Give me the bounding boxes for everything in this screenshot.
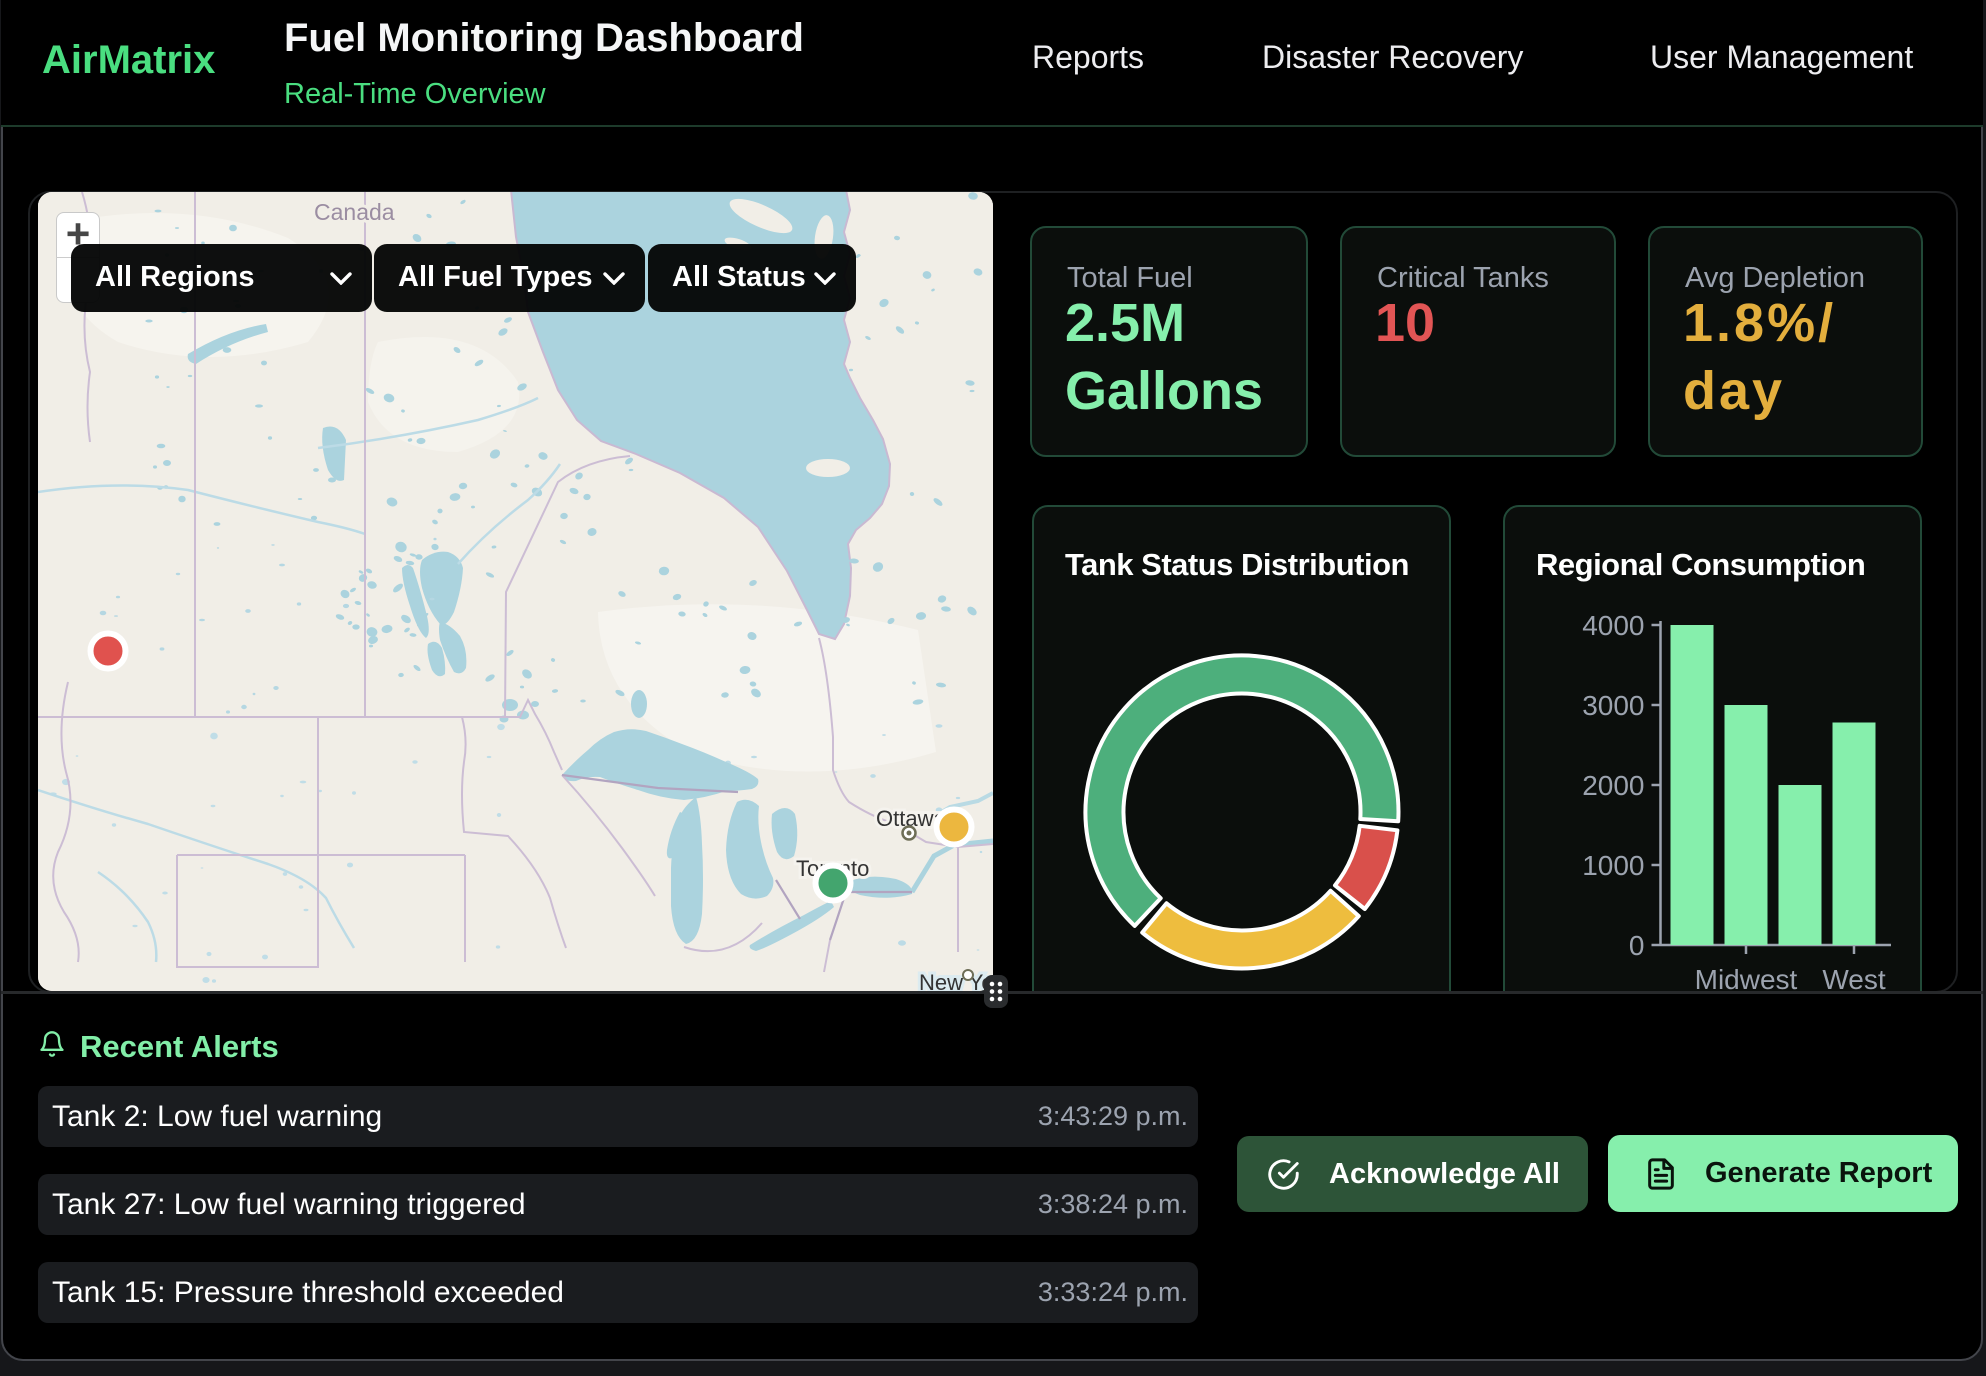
- svg-text:Canada: Canada: [314, 199, 395, 225]
- svg-text:New York: New York: [919, 970, 993, 991]
